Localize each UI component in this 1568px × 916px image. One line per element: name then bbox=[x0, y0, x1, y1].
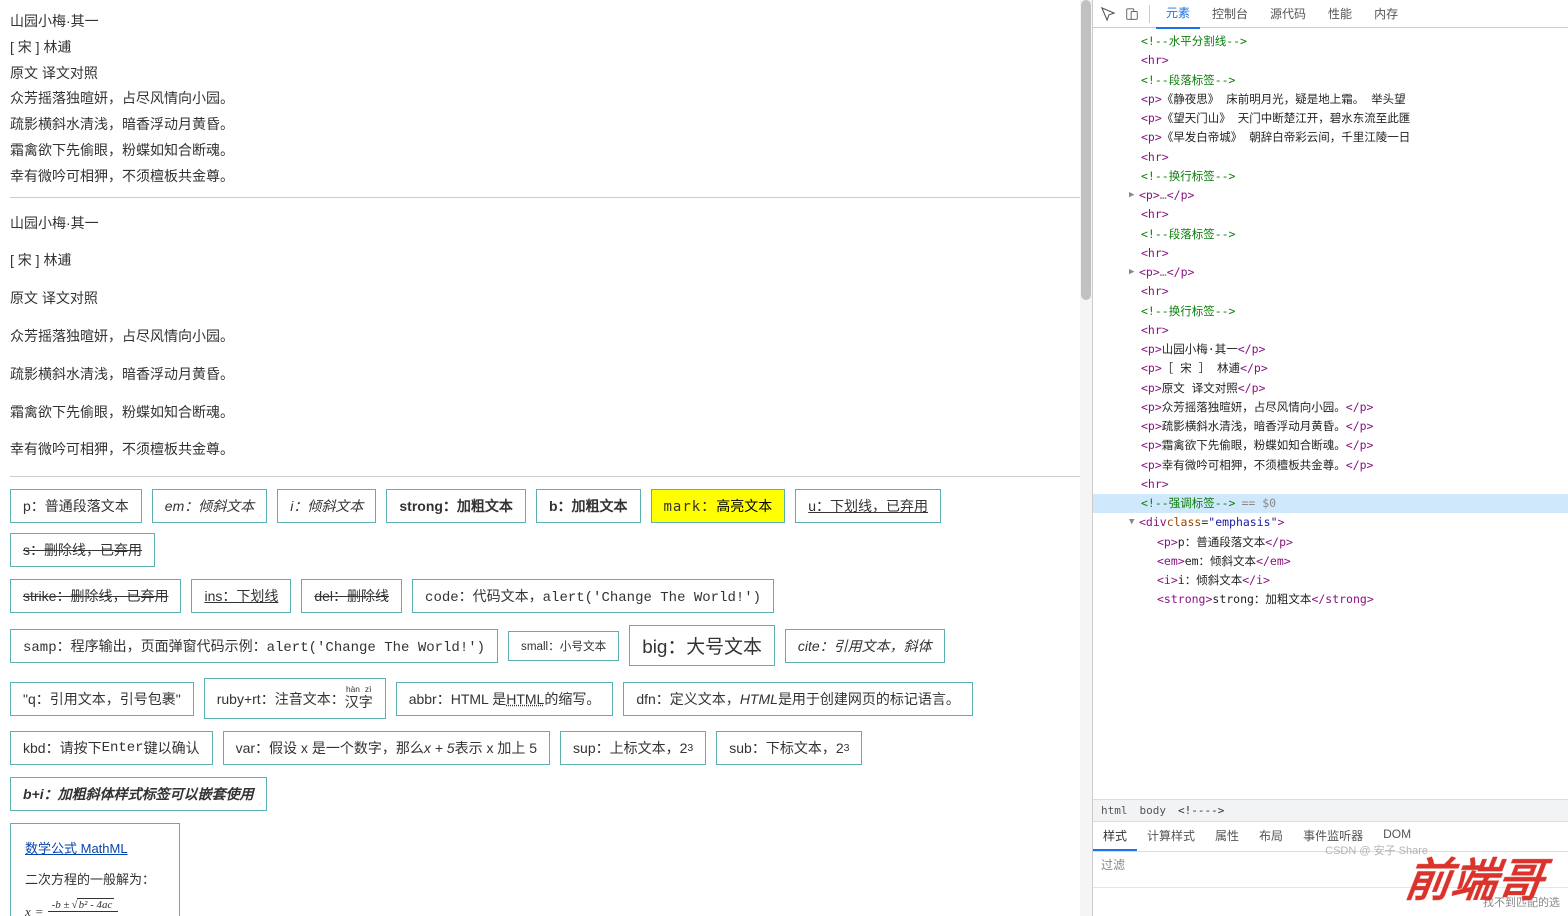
tag-ins: ins：下划线 bbox=[191, 579, 291, 613]
stab-styles[interactable]: 样式 bbox=[1093, 822, 1137, 851]
dom-breadcrumb[interactable]: html body <!----> bbox=[1093, 799, 1568, 821]
devtools-panel: 元素 控制台 源代码 性能 内存 <!--水平分割线--> <hr> <!--段… bbox=[1092, 0, 1568, 916]
poem-view: 原文 译文对照 bbox=[10, 287, 1082, 311]
device-icon[interactable] bbox=[1121, 3, 1143, 25]
poem-author: [ 宋 ] 林逋 bbox=[10, 36, 1082, 60]
tag-del: del：删除线 bbox=[301, 579, 402, 613]
poem-title: 山园小梅·其一 bbox=[10, 10, 1082, 34]
tag-p: p：普通段落文本 bbox=[10, 489, 142, 523]
tag-bi: b+i：加粗斜体样式标签可以嵌套使用 bbox=[10, 777, 267, 811]
bc-comment[interactable]: <!----> bbox=[1178, 804, 1224, 817]
content-pane: 山园小梅·其一 [ 宋 ] 林逋 原文 译文对照 众芳摇落独暄妍，占尽风情向小园… bbox=[0, 0, 1092, 916]
tag-sup: sup：上标文本，23 bbox=[560, 731, 706, 765]
collapse-icon[interactable]: ▼ bbox=[1129, 516, 1139, 530]
tag-em: em：倾斜文本 bbox=[152, 489, 267, 523]
poem-block-1: 山园小梅·其一 [ 宋 ] 林逋 原文 译文对照 众芳摇落独暄妍，占尽风情向小园… bbox=[10, 10, 1082, 189]
tag-kbd: kbd：请按下 Enter 键以确认 bbox=[10, 731, 213, 765]
math-formula: x= -b ±b² - 4ac 2a bbox=[25, 898, 165, 916]
poem-block-2: 山园小梅·其一 [ 宋 ] 林逋 原文 译文对照 众芳摇落独暄妍，占尽风情向小园… bbox=[10, 212, 1082, 463]
tag-mark: mark：高亮文本 bbox=[651, 489, 786, 523]
tag-demo-container: p：普通段落文本 em：倾斜文本 i：倾斜文本 strong：加粗文本 b：加粗… bbox=[10, 489, 1082, 916]
stab-props[interactable]: 属性 bbox=[1205, 822, 1249, 851]
poem-line: 众芳摇落独暄妍，占尽风情向小园。 bbox=[10, 87, 1082, 111]
poem-view: 原文 译文对照 bbox=[10, 62, 1082, 86]
selected-node[interactable]: ⋯<!--强调标签-->== $0 bbox=[1093, 494, 1568, 513]
tab-memory[interactable]: 内存 bbox=[1364, 0, 1408, 28]
divider bbox=[10, 197, 1082, 198]
poem-author: [ 宋 ] 林逋 bbox=[10, 249, 1082, 273]
scrollbar-thumb[interactable] bbox=[1081, 0, 1091, 300]
tag-big: big：大号文本 bbox=[629, 625, 775, 666]
tab-performance[interactable]: 性能 bbox=[1318, 0, 1362, 28]
poem-title: 山园小梅·其一 bbox=[10, 212, 1082, 236]
tab-elements[interactable]: 元素 bbox=[1156, 0, 1200, 29]
devtools-toolbar: 元素 控制台 源代码 性能 内存 bbox=[1093, 0, 1568, 28]
stab-layout[interactable]: 布局 bbox=[1249, 822, 1293, 851]
tag-strike: strike：删除线，已弃用 bbox=[10, 579, 181, 613]
divider bbox=[10, 476, 1082, 477]
watermark-sub: CSDN @ 安子 Share bbox=[1325, 842, 1428, 858]
tag-code: code：代码文本，alert('Change The World!') bbox=[412, 579, 774, 613]
tag-strong: strong：加粗文本 bbox=[386, 489, 526, 523]
bc-html[interactable]: html bbox=[1101, 804, 1128, 817]
tag-u: u：下划线，已弃用 bbox=[795, 489, 941, 523]
expand-icon[interactable]: ▶ bbox=[1129, 266, 1139, 280]
tag-ruby: ruby+rt：注音文本：汉字hàn zì bbox=[204, 678, 386, 719]
poem-line: 霜禽欲下先偷眼，粉蝶如知合断魂。 bbox=[10, 139, 1082, 163]
no-match-text: 找不到匹配的选 bbox=[1093, 888, 1568, 916]
poem-line: 众芳摇落独暄妍，占尽风情向小园。 bbox=[10, 325, 1082, 349]
tag-s: s：删除线，已弃用 bbox=[10, 533, 155, 567]
tag-small: small：小号文本 bbox=[508, 631, 619, 661]
poem-line: 疏影横斜水清浅，暗香浮动月黄昏。 bbox=[10, 113, 1082, 137]
tag-i: i：倾斜文本 bbox=[277, 489, 376, 523]
tag-q: "q：引用文本，引号包裹" bbox=[10, 682, 194, 716]
expand-icon[interactable]: ▶ bbox=[1129, 189, 1139, 203]
mathml-box: 数学公式 MathML 二次方程的一般解为： x= -b ±b² - 4ac 2… bbox=[10, 823, 180, 916]
tag-samp: samp：程序输出，页面弹窗代码示例：alert('Change The Wor… bbox=[10, 629, 498, 663]
tab-console[interactable]: 控制台 bbox=[1202, 0, 1258, 28]
poem-line: 疏影横斜水清浅，暗香浮动月黄昏。 bbox=[10, 363, 1082, 387]
tag-dfn: dfn：定义文本，HTML是用于创建网页的标记语言。 bbox=[623, 682, 973, 716]
dom-tree[interactable]: <!--水平分割线--> <hr> <!--段落标签--> <p>《静夜思》 床… bbox=[1093, 28, 1568, 799]
poem-line: 幸有微吟可相狎，不须檀板共金尊。 bbox=[10, 438, 1082, 462]
tab-sources[interactable]: 源代码 bbox=[1260, 0, 1316, 28]
poem-line: 霜禽欲下先偷眼，粉蝶如知合断魂。 bbox=[10, 401, 1082, 425]
stab-computed[interactable]: 计算样式 bbox=[1137, 822, 1205, 851]
bc-body[interactable]: body bbox=[1140, 804, 1167, 817]
poem-line: 幸有微吟可相狎，不须檀板共金尊。 bbox=[10, 165, 1082, 189]
tag-abbr: abbr：HTML 是 HTML 的缩写。 bbox=[396, 682, 614, 716]
tag-sub: sub：下标文本，23 bbox=[716, 731, 862, 765]
tag-var: var：假设 x 是一个数字，那么 x + 5 表示 x 加上 5 bbox=[223, 731, 550, 765]
inspect-icon[interactable] bbox=[1097, 3, 1119, 25]
mathml-link[interactable]: 数学公式 MathML bbox=[25, 841, 128, 856]
tag-b: b：加粗文本 bbox=[536, 489, 641, 523]
tag-cite: cite：引用文本，斜体 bbox=[785, 629, 945, 663]
math-desc: 二次方程的一般解为： bbox=[25, 869, 165, 888]
